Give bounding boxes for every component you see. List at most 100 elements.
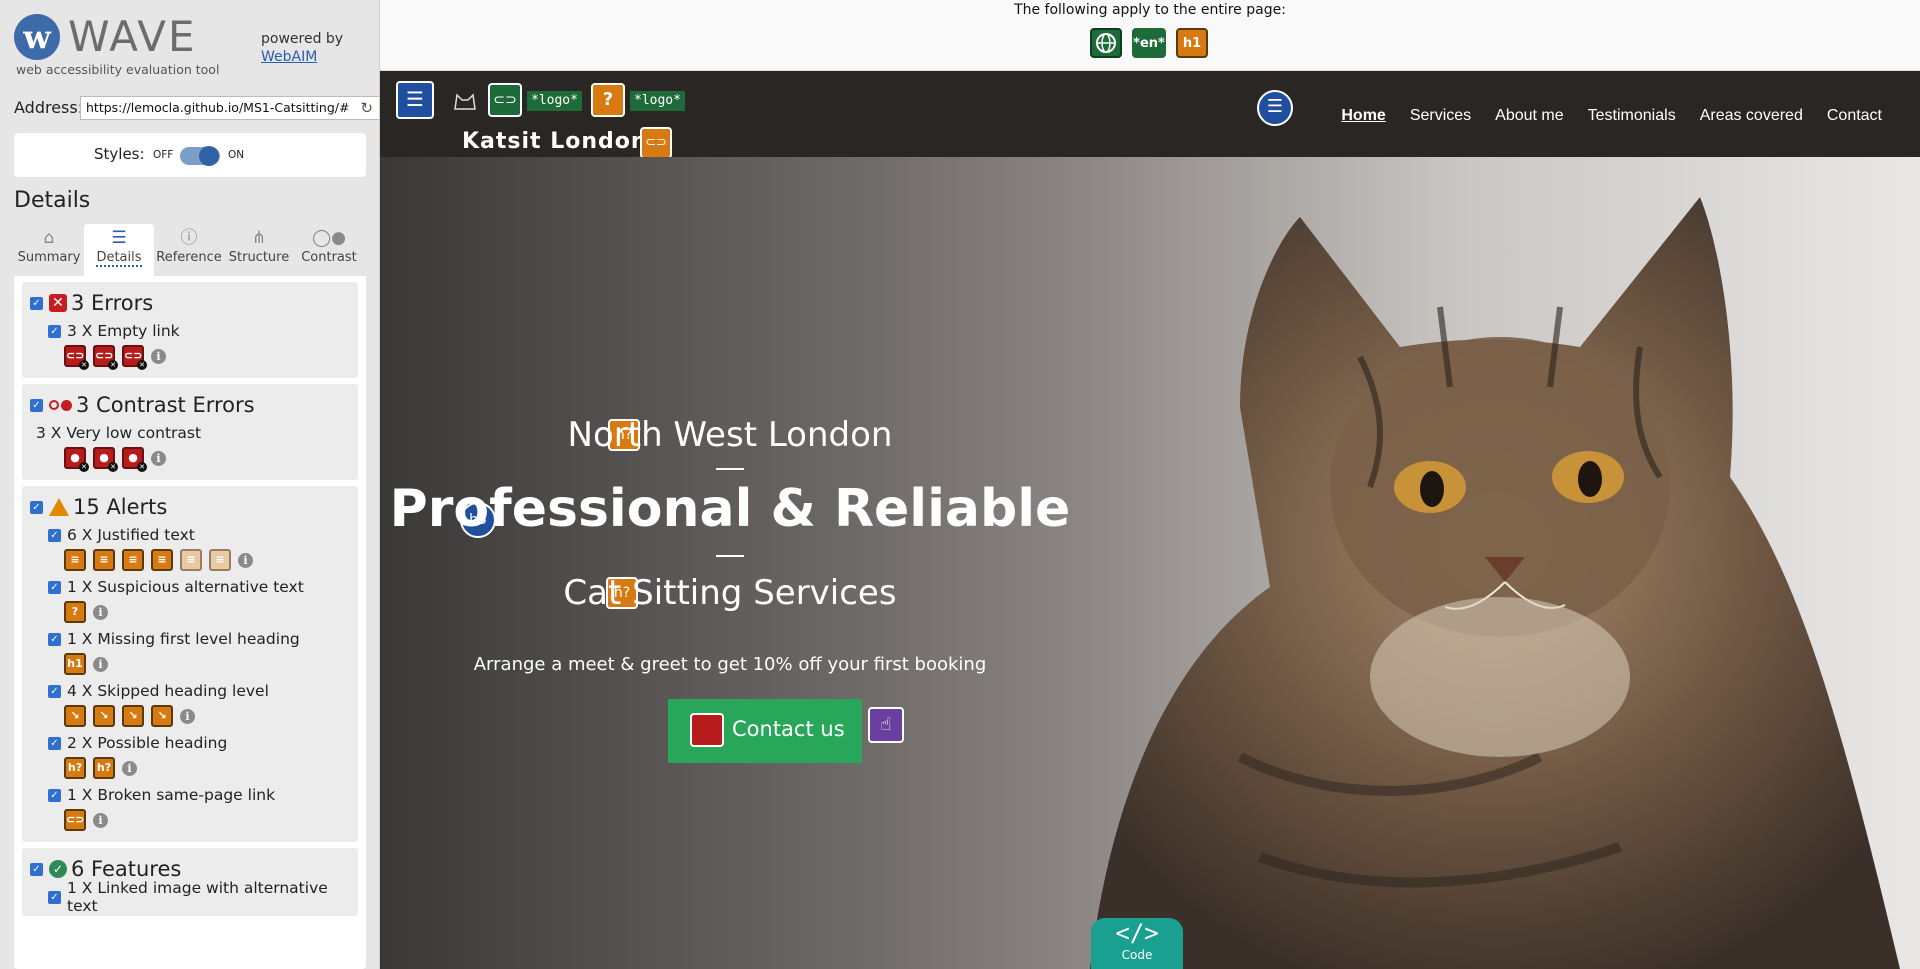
possible-heading-icon[interactable]: h?	[93, 757, 115, 779]
panel-tabs: ⌂ Summary ☰ Details ⓘ Reference ⋔ Struct…	[14, 224, 366, 276]
nav-home[interactable]: Home	[1341, 107, 1385, 125]
info-icon[interactable]: i	[93, 812, 108, 828]
possible-heading-icon[interactable]: h?	[64, 757, 86, 779]
justified-text-icon[interactable]: ≡	[209, 549, 231, 571]
alt-text-badge[interactable]: *logo*	[527, 91, 582, 111]
features-checkbox[interactable]: ✓	[30, 862, 43, 876]
list-item: ✓ 4 X Skipped heading level ↘ ↘ ↘ ↘ i	[48, 680, 348, 730]
item-label: 6 X Justified text	[67, 526, 195, 544]
suspicious-alt-icon[interactable]: ?	[64, 601, 86, 623]
contact-us-label: Contact us	[732, 717, 845, 741]
item-checkbox[interactable]: ✓	[48, 684, 61, 698]
item-checkbox[interactable]: ✓	[48, 890, 61, 904]
aria-tabindex-icon[interactable]: ☝	[868, 707, 904, 743]
hero-divider	[716, 468, 744, 470]
nav-list-icon[interactable]: ☰	[1257, 90, 1293, 126]
list-item: ✓ 2 X Possible heading h? h? i	[48, 732, 348, 782]
brand-name[interactable]: Katsit London	[462, 129, 648, 154]
nav-testimonials[interactable]: Testimonials	[1588, 107, 1676, 125]
hero-content: h? North West London h3 Professional & R…	[380, 157, 1080, 969]
webaim-link[interactable]: WebAIM	[261, 48, 343, 66]
alt-text-badge[interactable]: *logo*	[630, 91, 685, 111]
suspicious-alt-icon[interactable]: ?	[591, 83, 625, 117]
empty-link-icon[interactable]: ⊂⊃ ✕	[64, 345, 89, 370]
missing-h1-icon[interactable]: h1	[1176, 28, 1208, 58]
list-item: ✓ 1 X Missing first level heading h1 i	[48, 628, 348, 678]
contrast-checkbox[interactable]: ✓	[30, 398, 43, 412]
justified-text-icon[interactable]: ≡	[64, 549, 86, 571]
alert-icon	[49, 498, 69, 516]
item-checkbox[interactable]: ✓	[48, 324, 61, 338]
cat-photo	[1090, 197, 1900, 969]
broken-link-icon[interactable]: ⊂⊃	[640, 127, 672, 159]
features-section: ✓ ✓ 6 Features ✓ 1 X Linked image with al…	[22, 848, 358, 916]
tab-details[interactable]: ☰ Details	[84, 224, 154, 276]
nav-services[interactable]: Services	[1410, 107, 1471, 125]
list-item: ✓ 1 X Linked image with alternative text	[48, 879, 348, 915]
tab-contrast[interactable]: ◯● Contrast	[294, 224, 364, 276]
tab-summary[interactable]: ⌂ Summary	[14, 224, 84, 276]
code-toggle-button[interactable]: </> Code	[1091, 918, 1183, 969]
item-label: 1 X Suspicious alternative text	[67, 578, 304, 596]
styles-on-label: ON	[228, 149, 245, 161]
item-checkbox[interactable]: ✓	[48, 736, 61, 750]
justified-text-icon[interactable]: ≡	[180, 549, 202, 571]
alerts-checkbox[interactable]: ✓	[30, 500, 43, 514]
styles-toggle-box: Styles: OFF ON	[14, 133, 366, 177]
contact-us-button[interactable]: Contact us	[668, 699, 862, 763]
list-item: ✓ 6 X Justified text ≡ ≡ ≡ ≡ ≡ ≡ i	[48, 524, 348, 574]
contrast-error-icon[interactable]	[690, 713, 724, 747]
justified-text-icon[interactable]: ≡	[93, 549, 115, 571]
errors-checkbox[interactable]: ✓	[30, 296, 43, 310]
item-label: 3 X Very low contrast	[36, 424, 202, 442]
skipped-heading-icon[interactable]: ↘	[151, 705, 173, 727]
skipped-heading-icon[interactable]: ↘	[122, 705, 144, 727]
info-icon[interactable]: i	[151, 450, 166, 466]
info-icon[interactable]: i	[122, 760, 137, 776]
contrast-icon	[49, 399, 72, 411]
address-input[interactable]: https://lemocla.github.io/MS1-Catsitting…	[80, 96, 379, 120]
empty-link-icon[interactable]: ⊂⊃ ✕	[93, 345, 118, 370]
contrast-error-icon[interactable]: ● ✕	[93, 447, 118, 472]
language-badge[interactable]: *en*	[1132, 28, 1166, 58]
info-icon[interactable]: i	[93, 656, 108, 672]
list-item: ✓ 1 X Suspicious alternative text ? i	[48, 576, 348, 626]
info-icon[interactable]: i	[151, 348, 166, 364]
tab-structure[interactable]: ⋔ Structure	[224, 224, 294, 276]
tab-label: Structure	[228, 250, 290, 265]
refresh-icon[interactable]: ↻	[360, 99, 373, 117]
info-icon[interactable]: i	[93, 604, 108, 620]
missing-h1-icon[interactable]: h1	[64, 653, 86, 675]
skipped-heading-icon[interactable]: ↘	[93, 705, 115, 727]
skipped-heading-icon[interactable]: ↘	[64, 705, 86, 727]
item-checkbox[interactable]: ✓	[48, 580, 61, 594]
info-icon[interactable]: i	[238, 552, 253, 568]
home-icon: ⌂	[43, 228, 55, 248]
tab-reference[interactable]: ⓘ Reference	[154, 224, 224, 276]
nav-areas[interactable]: Areas covered	[1700, 107, 1803, 125]
toggle-knob	[199, 146, 219, 166]
nav-about[interactable]: About me	[1495, 107, 1563, 125]
tab-label: Details	[96, 250, 142, 267]
errors-title: 3 Errors	[71, 291, 154, 315]
item-checkbox[interactable]: ✓	[48, 788, 61, 802]
info-icon: ⓘ	[180, 228, 198, 248]
code-label: Code	[1121, 948, 1153, 962]
info-icon[interactable]: i	[180, 708, 195, 724]
empty-link-icon[interactable]: ⊂⊃ ✕	[122, 345, 147, 370]
justified-text-icon[interactable]: ≡	[122, 549, 144, 571]
item-checkbox[interactable]: ✓	[48, 632, 61, 646]
aria-icon[interactable]: ☰	[396, 81, 434, 119]
nav-contact[interactable]: Contact	[1827, 107, 1882, 125]
linked-image-icon[interactable]: ⊂⊃	[488, 83, 522, 117]
styles-toggle[interactable]	[180, 146, 220, 166]
contrast-error-icon[interactable]: ● ✕	[122, 447, 147, 472]
contrast-error-icon[interactable]: ● ✕	[64, 447, 89, 472]
item-checkbox[interactable]: ✓	[48, 528, 61, 542]
address-value: https://lemocla.github.io/MS1-Catsitting…	[86, 100, 350, 115]
language-icon[interactable]	[1090, 28, 1122, 58]
broken-link-icon[interactable]: ⊂⊃	[64, 809, 86, 831]
alerts-section: ✓ 15 Alerts ✓ 6 X Justified text ≡ ≡ ≡ ≡ …	[22, 486, 358, 842]
features-title: 6 Features	[71, 857, 182, 881]
justified-text-icon[interactable]: ≡	[151, 549, 173, 571]
